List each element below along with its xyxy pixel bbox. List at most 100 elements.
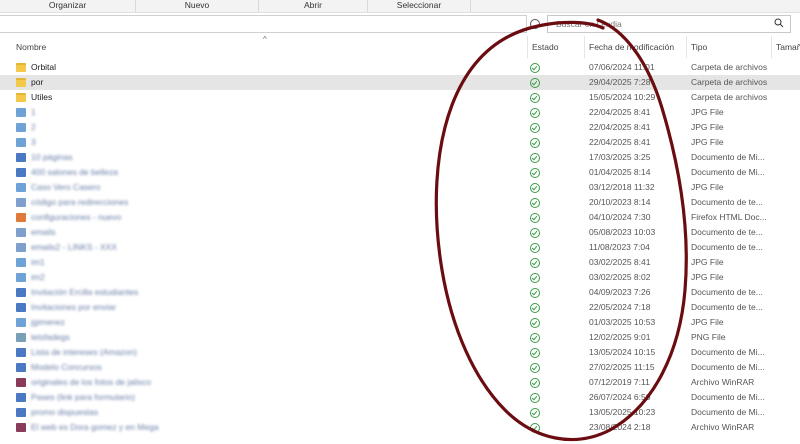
column-divider[interactable] xyxy=(686,36,687,58)
file-name: emails2 - LINKS - XXX xyxy=(31,242,117,252)
doc-icon xyxy=(16,348,26,357)
file-row[interactable]: emails2 - LINKS - XXX 11/08/2023 7:04 Docu… xyxy=(0,240,800,255)
sync-status-icon xyxy=(530,423,540,433)
file-date: 07/12/2019 7:11 xyxy=(589,377,650,387)
column-header-size[interactable]: Tamaño xyxy=(776,42,800,52)
search-input[interactable]: Buscar en Lexdia xyxy=(547,15,791,33)
file-row[interactable]: 1 22/04/2025 8:41 JPG File xyxy=(0,105,800,120)
file-date: 27/02/2025 11:15 xyxy=(589,362,655,372)
img-icon xyxy=(16,183,26,192)
file-date: 11/08/2023 7:04 xyxy=(589,242,650,252)
sync-status-icon xyxy=(530,153,540,163)
column-divider[interactable] xyxy=(584,36,585,58)
file-name: 400 salones de belleza xyxy=(31,167,118,177)
file-date: 13/05/2024 10:15 xyxy=(589,347,656,357)
file-row[interactable]: jgimenez 01/03/2025 10:53 JPG File xyxy=(0,315,800,330)
doc-icon xyxy=(16,408,26,417)
folder-icon xyxy=(16,78,26,87)
rar-icon xyxy=(16,423,26,432)
file-row[interactable]: 2 22/04/2025 8:41 JPG File xyxy=(0,120,800,135)
refresh-icon[interactable] xyxy=(530,19,540,29)
column-divider[interactable] xyxy=(527,36,528,58)
select-button[interactable]: Seleccionar xyxy=(368,0,471,12)
file-type: Documento de te... xyxy=(691,197,763,207)
file-name: por xyxy=(31,77,44,87)
file-date: 23/08/2024 2:18 xyxy=(589,422,651,432)
doc-icon xyxy=(16,168,26,177)
file-name: 1 xyxy=(31,107,36,117)
open-button[interactable]: Abrir xyxy=(259,0,368,12)
file-row[interactable]: El web es Dora gomez y en Mega 23/08/2024… xyxy=(0,420,800,435)
file-row[interactable]: 3 22/04/2025 8:41 JPG File xyxy=(0,135,800,150)
doc-icon xyxy=(16,393,26,402)
file-name: Utiles xyxy=(31,92,53,102)
file-date: 07/06/2024 11:01 xyxy=(589,62,655,72)
sync-status-icon xyxy=(530,108,540,118)
file-icon xyxy=(16,243,26,252)
file-row[interactable]: emails 05/08/2023 10:03 Documento de te... xyxy=(0,225,800,240)
address-bar[interactable] xyxy=(0,15,527,33)
file-type: Documento de Mi... xyxy=(691,407,765,417)
file-type: Documento de Mi... xyxy=(691,362,765,372)
file-type: Carpeta de archivos xyxy=(691,92,768,102)
file-row[interactable]: Pases (link para formulario) 26/07/2024 6… xyxy=(0,390,800,405)
organize-button[interactable]: Organizar xyxy=(0,0,136,12)
search-placeholder: Buscar en Lexdia xyxy=(556,19,622,29)
file-row[interactable]: originales de los fotos de jalisco 07/12/… xyxy=(0,375,800,390)
doc-icon xyxy=(16,153,26,162)
file-row[interactable]: Invitaciones por enviar 22/05/2024 7:18 Do… xyxy=(0,300,800,315)
file-row[interactable]: código para redirecciones 20/10/2023 8:14… xyxy=(0,195,800,210)
file-row[interactable]: 400 salones de belleza 01/04/2025 8:14 Doc… xyxy=(0,165,800,180)
file-row[interactable]: Lista de intereses (Amazon) 13/05/2024 10… xyxy=(0,345,800,360)
file-type: JPG File xyxy=(691,107,724,117)
file-row[interactable]: promo dispuestas 13/05/2025 10:23 Document… xyxy=(0,405,800,420)
file-type: JPG File xyxy=(691,317,724,327)
file-icon xyxy=(16,228,26,237)
file-row[interactable]: 10 páginas 17/03/2025 3:25 Documento de Mi… xyxy=(0,150,800,165)
file-type: Documento de Mi... xyxy=(691,152,765,162)
file-row[interactable]: im1 03/02/2025 8:41 JPG File xyxy=(0,255,800,270)
sync-status-icon xyxy=(530,93,540,103)
file-row[interactable]: letsfadegs 12/02/2025 9:01 PNG File xyxy=(0,330,800,345)
file-date: 17/03/2025 3:25 xyxy=(589,152,651,162)
file-row[interactable]: Orbital 07/06/2024 11:01 Carpeta de archiv… xyxy=(0,60,800,75)
sync-status-icon xyxy=(530,123,540,133)
file-row[interactable]: Modelo Concursos 27/02/2025 11:15 Document… xyxy=(0,360,800,375)
file-name: código para redirecciones xyxy=(31,197,129,207)
file-type: Carpeta de archivos xyxy=(691,62,768,72)
sync-status-icon xyxy=(530,378,540,388)
file-row[interactable]: Caso Vero Casero 03/12/2018 11:32 JPG File xyxy=(0,180,800,195)
img-icon xyxy=(16,123,26,132)
file-name: jgimenez xyxy=(31,317,66,327)
sync-status-icon xyxy=(530,288,540,298)
column-header-type[interactable]: Tipo xyxy=(691,42,707,52)
img-icon xyxy=(16,273,26,282)
file-type: Documento de Mi... xyxy=(691,167,765,177)
file-date: 12/02/2025 9:01 xyxy=(589,332,651,342)
file-date: 05/08/2023 10:03 xyxy=(589,227,656,237)
sync-status-icon xyxy=(530,138,540,148)
column-header-status[interactable]: Estado xyxy=(532,42,558,52)
file-type: JPG File xyxy=(691,257,724,267)
file-date: 29/04/2025 7:28 xyxy=(589,77,651,87)
file-type: Documento de te... xyxy=(691,302,763,312)
file-row[interactable]: por 29/04/2025 7:28 Carpeta de archivos xyxy=(0,75,800,90)
search-icon xyxy=(774,18,784,28)
sync-status-icon xyxy=(530,243,540,253)
file-row[interactable]: configuraciones - nuevo 04/10/2024 7:30 Fi… xyxy=(0,210,800,225)
column-divider[interactable] xyxy=(771,36,772,58)
file-row[interactable]: Utiles 15/05/2024 10:29 Carpeta de archivo… xyxy=(0,90,800,105)
column-header-name[interactable]: Nombre xyxy=(16,42,46,52)
file-date: 13/05/2025 10:23 xyxy=(589,407,656,417)
file-type: PNG File xyxy=(691,332,726,342)
file-date: 03/12/2018 11:32 xyxy=(589,182,655,192)
column-header-modified[interactable]: Fecha de modificación xyxy=(589,42,674,52)
file-type: Documento de Mi... xyxy=(691,347,765,357)
file-name: Lista de intereses (Amazon) xyxy=(31,347,137,357)
file-row[interactable]: im2 03/02/2025 8:02 JPG File xyxy=(0,270,800,285)
file-row[interactable]: Invitación Ercilla estudiantes 04/09/2023… xyxy=(0,285,800,300)
file-type: Firefox HTML Doc... xyxy=(691,212,767,222)
sync-status-icon xyxy=(530,333,540,343)
new-button[interactable]: Nuevo xyxy=(136,0,259,12)
file-name: Invitación Ercilla estudiantes xyxy=(31,287,139,297)
